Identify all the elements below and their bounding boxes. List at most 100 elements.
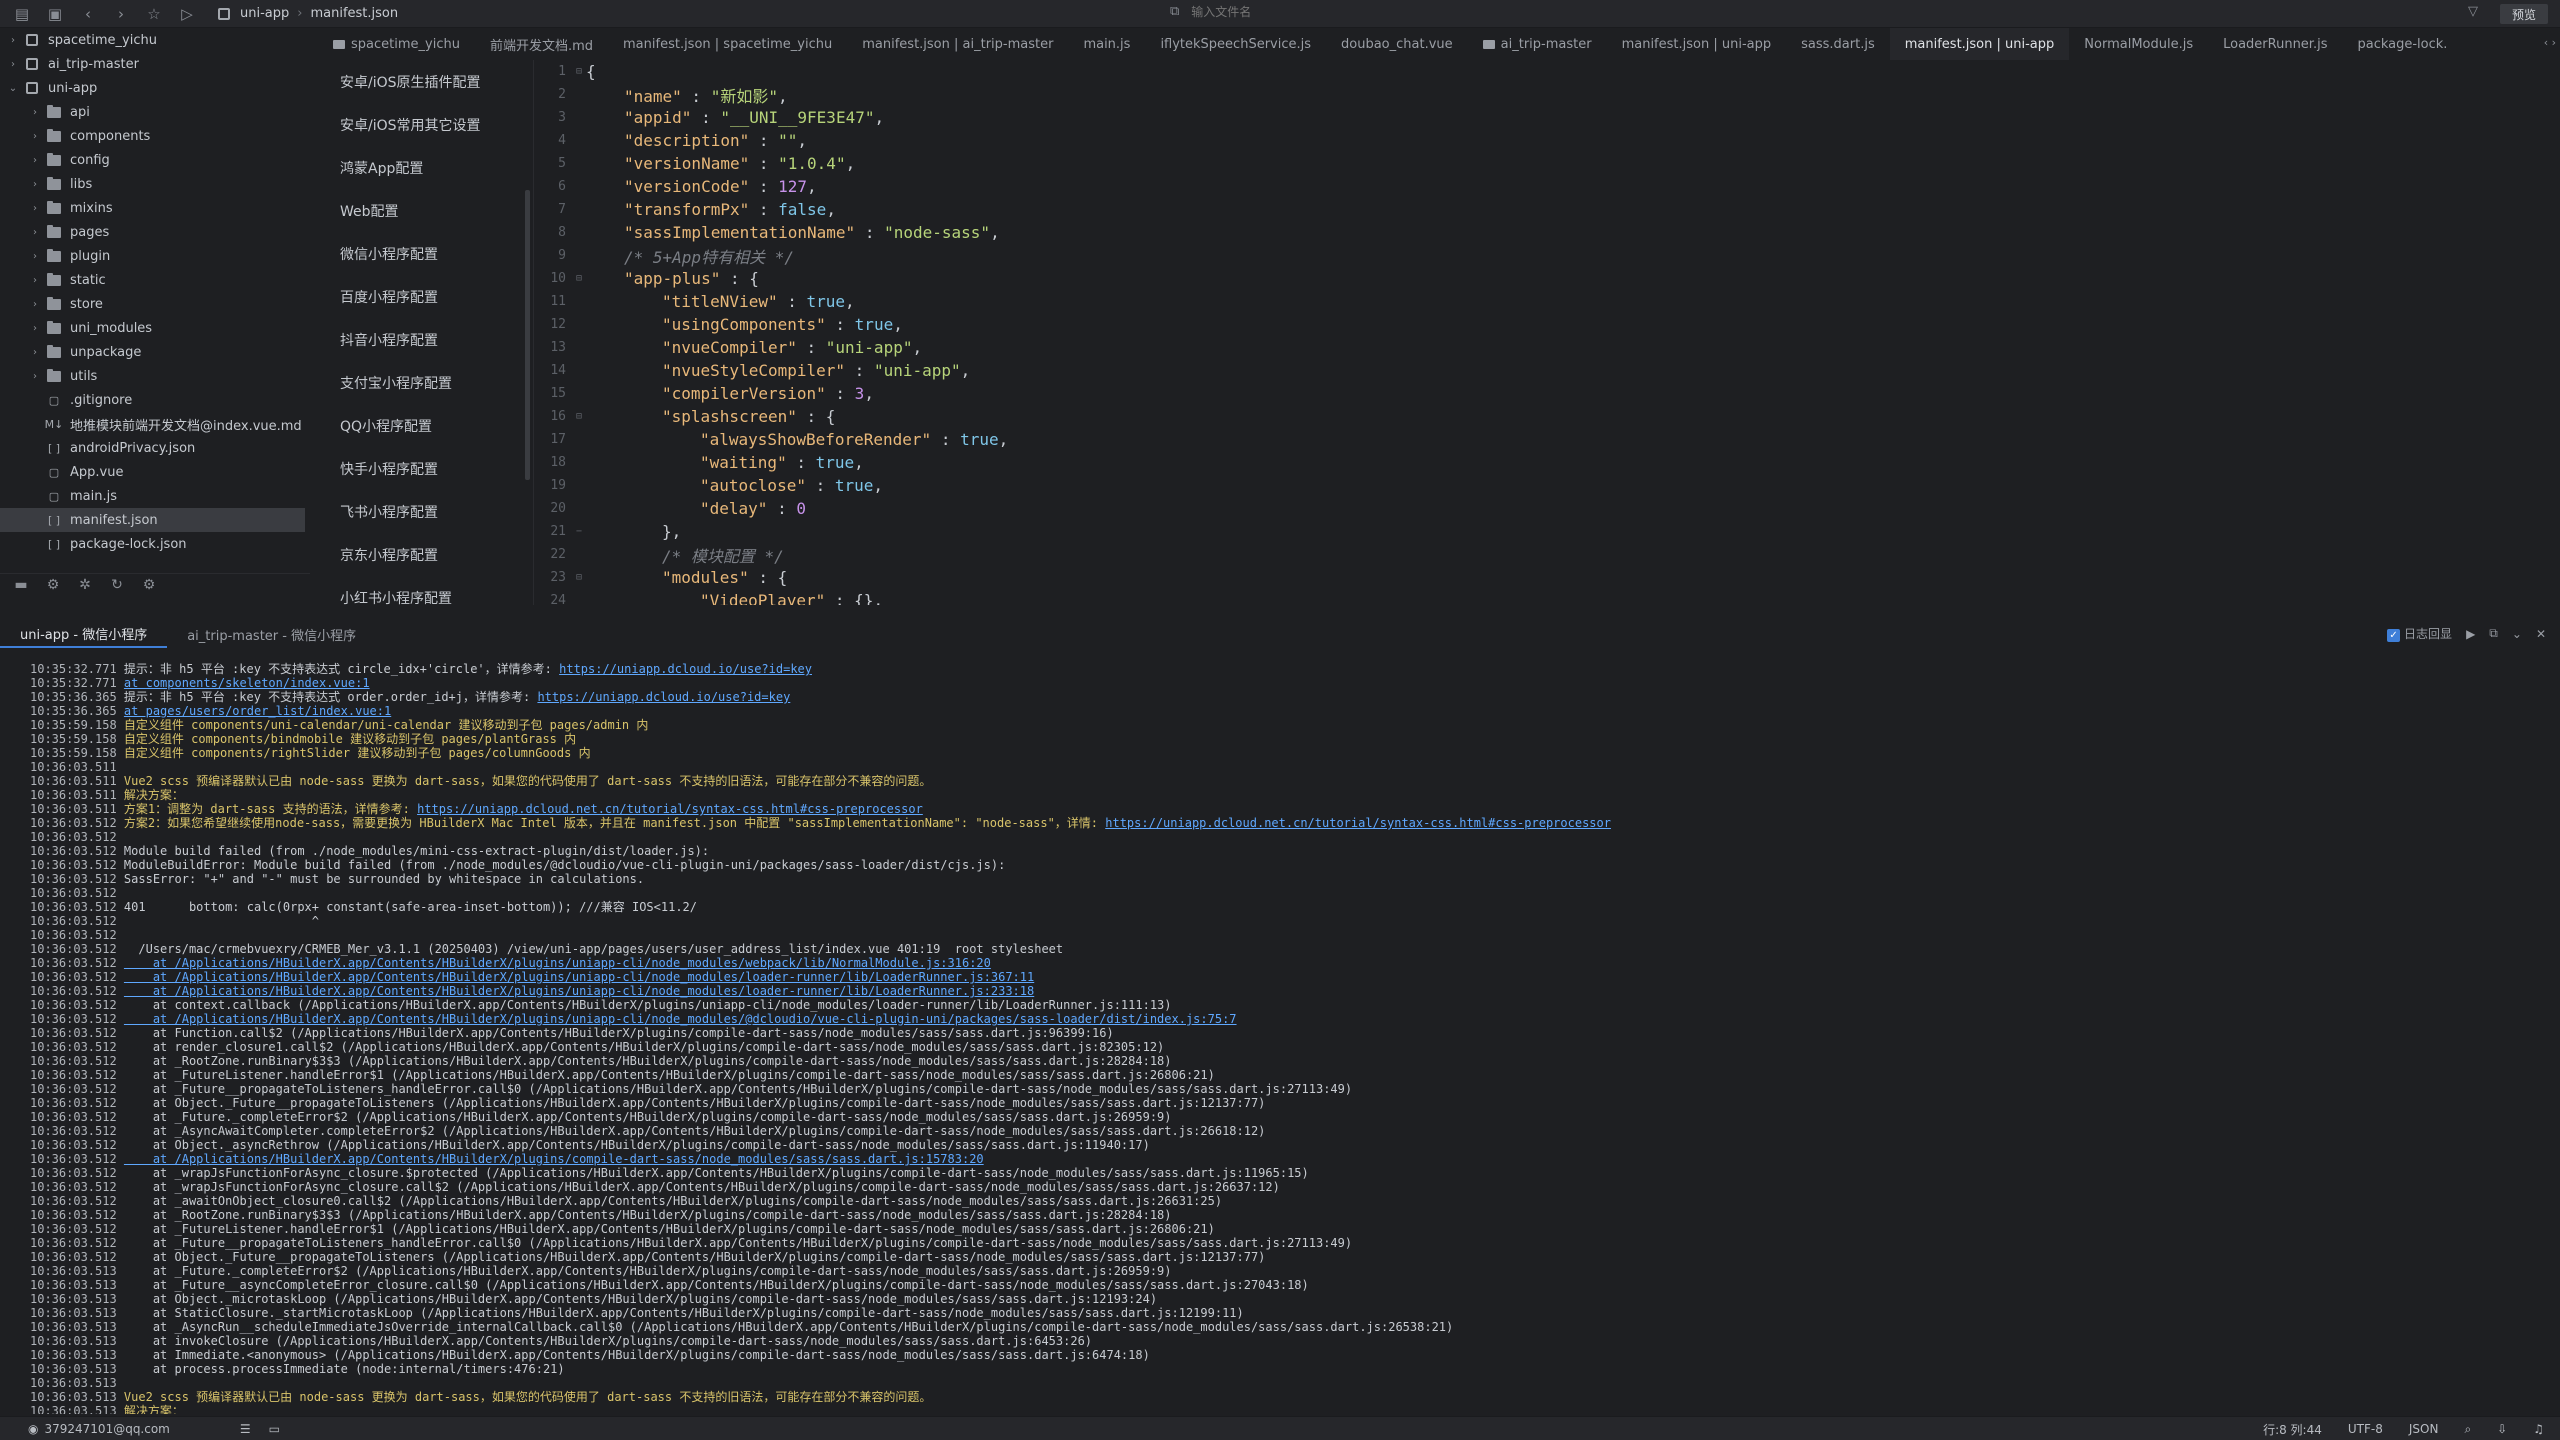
collapse-icon[interactable]: ⌄	[2512, 627, 2522, 641]
config-nav-item[interactable]: 京东小程序配置	[318, 533, 533, 576]
editor-tab[interactable]: NormalModule.js	[2069, 28, 2208, 60]
list-icon[interactable]: ☰	[240, 1422, 251, 1436]
tree-item[interactable]: › plugin	[0, 244, 310, 268]
preview-button[interactable]: 预览	[2500, 4, 2548, 24]
cursor-position[interactable]: 行:8 列:44	[2263, 1421, 2322, 1438]
tree-item[interactable]: ▢ .gitignore	[0, 388, 310, 412]
tab-scroll-icon[interactable]: ‹ ›	[2544, 36, 2556, 49]
tree-item[interactable]: › store	[0, 292, 310, 316]
config-nav-scrollbar[interactable]	[525, 190, 530, 480]
log-echo-toggle[interactable]: ✓ 日志回显	[2387, 625, 2452, 642]
chevron-right-icon[interactable]: ›	[28, 131, 42, 142]
plugin-icon[interactable]: ⚙	[42, 577, 64, 593]
tree-item[interactable]: ⌄ uni-app	[0, 76, 310, 100]
save-icon[interactable]: ▣	[44, 3, 66, 25]
fold-icon[interactable]: −	[572, 526, 586, 537]
console-link[interactable]: at /Applications/HBuilderX.app/Contents/…	[124, 1012, 1237, 1026]
config-nav-item[interactable]: 鸿蒙App配置	[318, 146, 533, 189]
tree-item[interactable]: › spacetime_yichu	[0, 28, 310, 52]
tree-item[interactable]: [ ] androidPrivacy.json	[0, 436, 310, 460]
editor-tab[interactable]: ai_trip-master	[1468, 28, 1607, 60]
console-tab[interactable]: ai_trip-master - 微信小程序	[167, 620, 376, 648]
terminal-icon[interactable]: ▭	[269, 1422, 280, 1436]
console-link[interactable]: at /Applications/HBuilderX.app/Contents/…	[124, 956, 991, 970]
tree-item[interactable]: › pages	[0, 220, 310, 244]
back-arrow-icon[interactable]: ‹	[77, 3, 99, 25]
console-tab[interactable]: uni-app - 微信小程序	[0, 620, 168, 648]
chevron-down-icon[interactable]: ⌄	[6, 83, 20, 94]
play-icon[interactable]: ▶	[2466, 627, 2475, 641]
console-link[interactable]: at /Applications/HBuilderX.app/Contents/…	[124, 984, 1034, 998]
config-nav-item[interactable]: 安卓/iOS原生插件配置	[318, 60, 533, 103]
search-icon[interactable]: ⌕	[2464, 1422, 2471, 1437]
export-icon[interactable]: ⧉	[2489, 626, 2498, 641]
tree-item[interactable]: [ ] package-lock.json	[0, 532, 310, 556]
console-link[interactable]: https://uniapp.dcloud.net.cn/tutorial/sy…	[1105, 816, 1611, 830]
editor-tab[interactable]: manifest.json | ai_trip-master	[847, 28, 1068, 60]
refresh-icon[interactable]: ↻	[106, 577, 128, 593]
tree-item[interactable]: ▢ App.vue	[0, 460, 310, 484]
code-editor[interactable]: 1 ⊟{2 "name" : "新如影", 3 "appid" : "__UNI__9F…	[536, 60, 2560, 605]
editor-tab[interactable]: LoaderRunner.js	[2208, 28, 2342, 60]
star-icon[interactable]: ☆	[143, 3, 165, 25]
breadcrumb-project[interactable]: uni-app	[240, 6, 289, 21]
console-link[interactable]: at components/skeleton/index.vue:1	[124, 676, 370, 690]
forward-arrow-icon[interactable]: ›	[110, 3, 132, 25]
editor-tab[interactable]: package-lock.	[2342, 28, 2462, 60]
tree-item[interactable]: M↓ 地推模块前端开发文档@index.vue.md	[0, 412, 310, 436]
config-nav-item[interactable]: 抖音小程序配置	[318, 318, 533, 361]
chevron-right-icon[interactable]: ›	[28, 227, 42, 238]
chevron-right-icon[interactable]: ›	[6, 59, 20, 70]
chevron-right-icon[interactable]: ›	[28, 323, 42, 334]
download-icon[interactable]: ⇩	[2497, 1422, 2507, 1436]
editor-tab[interactable]: doubao_chat.vue	[1326, 28, 1468, 60]
config-nav-item[interactable]: QQ小程序配置	[318, 404, 533, 447]
chevron-right-icon[interactable]: ›	[28, 299, 42, 310]
fold-icon[interactable]: ⊟	[572, 411, 586, 422]
config-nav-item[interactable]: 支付宝小程序配置	[318, 361, 533, 404]
config-nav-item[interactable]: 微信小程序配置	[318, 232, 533, 275]
config-nav-item[interactable]: Web配置	[318, 189, 533, 232]
debug-icon[interactable]: ✲	[74, 577, 96, 593]
fold-icon[interactable]: ⊟	[572, 66, 586, 77]
tree-item[interactable]: ▢ main.js	[0, 484, 310, 508]
editor-tab[interactable]: main.js	[1068, 28, 1145, 60]
config-nav-item[interactable]: 安卓/iOS常用其它设置	[318, 103, 533, 146]
chevron-right-icon[interactable]: ›	[28, 203, 42, 214]
run-icon[interactable]: ▷	[176, 3, 198, 25]
bell-icon[interactable]: ♫	[2533, 1422, 2544, 1436]
close-panel-icon[interactable]: ✕	[2536, 627, 2546, 641]
editor-tab[interactable]: iflytekSpeechService.js	[1145, 28, 1326, 60]
chevron-right-icon[interactable]: ›	[28, 179, 42, 190]
folder-icon[interactable]: ▬	[10, 577, 32, 593]
chevron-right-icon[interactable]: ›	[28, 371, 42, 382]
tree-item[interactable]: [ ] manifest.json	[0, 508, 305, 532]
chevron-right-icon[interactable]: ›	[28, 155, 42, 166]
fold-icon[interactable]: ⊟	[572, 572, 586, 583]
chevron-right-icon[interactable]: ›	[28, 251, 42, 262]
config-nav-item[interactable]: 飞书小程序配置	[318, 490, 533, 533]
fold-icon[interactable]: ⊟	[572, 273, 586, 284]
editor-tab[interactable]: sass.dart.js	[1786, 28, 1890, 60]
tree-item[interactable]: › components	[0, 124, 310, 148]
tree-item[interactable]: › config	[0, 148, 310, 172]
console-link[interactable]: https://uniapp.dcloud.io/use?id=key	[559, 662, 812, 676]
chevron-right-icon[interactable]: ›	[28, 107, 42, 118]
file-encoding[interactable]: UTF-8	[2348, 1422, 2383, 1436]
console-link[interactable]: at pages/users/order_list/index.vue:1	[124, 704, 391, 718]
breadcrumb-file[interactable]: manifest.json	[310, 6, 398, 21]
tree-item[interactable]: › api	[0, 100, 310, 124]
console-link[interactable]: at /Applications/HBuilderX.app/Contents/…	[124, 1152, 984, 1166]
config-nav-item[interactable]: 快手小程序配置	[318, 447, 533, 490]
editor-tab[interactable]: manifest.json | uni-app	[1607, 28, 1787, 60]
config-nav-item[interactable]: 百度小程序配置	[318, 275, 533, 318]
editor-tab[interactable]: manifest.json | uni-app	[1889, 28, 2070, 60]
editor-tab[interactable]: manifest.json | spacetime_yichu	[608, 28, 847, 60]
user-account[interactable]: 379247101@qq.com	[44, 1422, 169, 1436]
tree-item[interactable]: › unpackage	[0, 340, 310, 364]
file-search-input[interactable]	[1191, 4, 1392, 19]
chevron-right-icon[interactable]: ›	[6, 35, 20, 46]
console-link[interactable]: https://uniapp.dcloud.net.cn/tutorial/sy…	[417, 802, 923, 816]
console-link[interactable]: https://uniapp.dcloud.io/use?id=key	[537, 690, 790, 704]
language-mode[interactable]: JSON	[2409, 1422, 2439, 1436]
